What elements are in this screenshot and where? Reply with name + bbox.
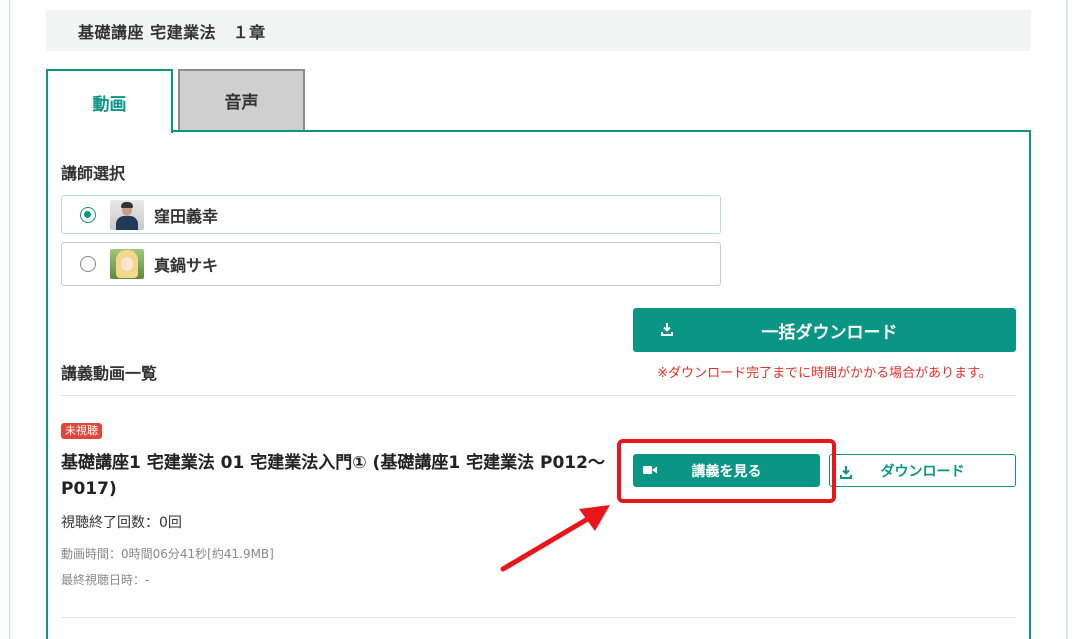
tab-video[interactable]: 動画 — [46, 69, 173, 133]
lecture-list-label: 講義動画一覧 — [61, 364, 158, 383]
bulk-download-button[interactable]: 一括ダウンロード — [633, 308, 1016, 352]
download-note: ※ダウンロード完了までに時間がかかる場合があります。 — [657, 366, 992, 381]
watch-lecture-label: 講義を見る — [691, 463, 762, 480]
watch-lecture-button[interactable]: 講義を見る — [633, 454, 820, 487]
download-icon — [840, 466, 852, 479]
view-count: 視聴終了回数：0回 — [61, 515, 182, 531]
tab-connector — [48, 130, 171, 133]
teacher-avatar — [110, 249, 144, 279]
bulk-download-label: 一括ダウンロード — [761, 322, 898, 343]
teacher-option-kubota[interactable]: 窪田義幸 — [61, 195, 721, 234]
course-title: 基礎講座 宅建業法 １章 — [78, 22, 266, 42]
download-button[interactable]: ダウンロード — [829, 454, 1016, 487]
tab-audio[interactable]: 音声 — [178, 69, 305, 130]
teacher-option-manabe[interactable]: 真鍋サキ — [61, 242, 721, 286]
course-header: 基礎講座 宅建業法 １章 — [46, 10, 1031, 51]
radio-selected[interactable] — [80, 206, 96, 223]
teacher-avatar — [110, 199, 144, 230]
video-duration: 動画時間：0時間06分41秒[約41.9MB] — [61, 547, 274, 561]
radio-unselected[interactable] — [80, 256, 96, 272]
scrollbar[interactable] — [1067, 0, 1076, 639]
download-label: ダウンロード — [880, 463, 965, 480]
teacher-select-label: 講師選択 — [61, 164, 126, 183]
tab-video-label: 動画 — [92, 94, 127, 115]
divider — [61, 617, 1016, 618]
status-badge: 未視聴 — [61, 423, 102, 439]
teacher-name: 真鍋サキ — [154, 256, 219, 275]
teacher-name: 窪田義幸 — [154, 206, 219, 226]
video-camera-icon — [643, 466, 657, 474]
last-viewed: 最終視聴日時：- — [61, 573, 150, 587]
divider — [61, 395, 1016, 396]
lecture-title: 基礎講座1 宅建業法 01 宅建業法入門① (基礎講座1 宅建業法 P012～P… — [61, 453, 605, 500]
tab-audio-label: 音声 — [224, 93, 259, 113]
